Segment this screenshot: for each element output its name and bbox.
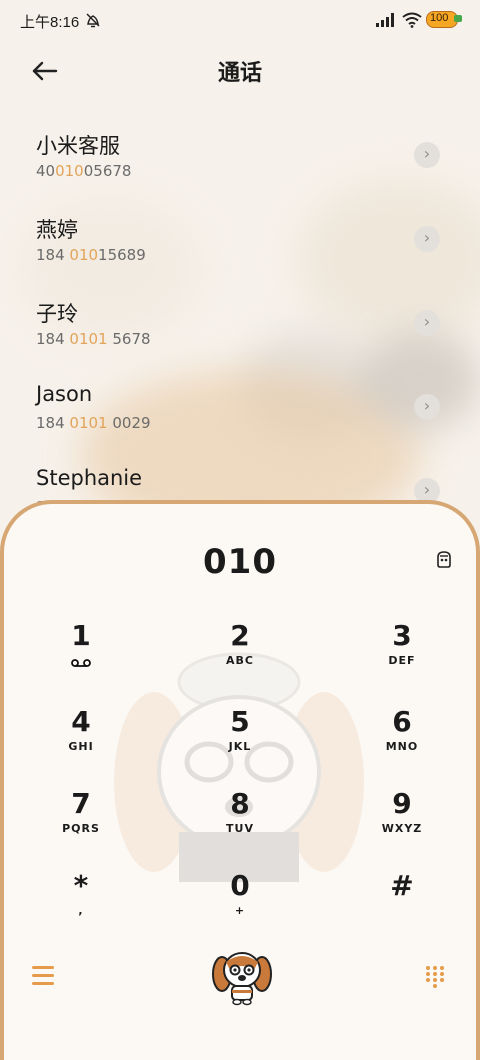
dialpad-panel: 010 1 2 ABC 3 DEF 4 GHI 5 JKL 6 MNO 7 PQ… xyxy=(0,500,480,1060)
key-0[interactable]: 0 + xyxy=(185,870,295,940)
key-1[interactable]: 1 xyxy=(26,620,136,690)
contact-name: Jason xyxy=(36,382,93,406)
keypad-grid-icon[interactable] xyxy=(426,966,446,988)
contact-name: 子玲 xyxy=(36,302,78,326)
chevron-right-icon[interactable]: › xyxy=(414,142,440,168)
header: 通话 xyxy=(0,40,480,104)
dog-call-icon[interactable] xyxy=(210,948,274,1006)
battery-icon: 100 xyxy=(426,11,462,28)
key-hash[interactable]: # xyxy=(347,870,457,940)
status-time: 上午8:16 xyxy=(20,14,80,31)
key-4[interactable]: 4 GHI xyxy=(26,706,136,776)
contact-item[interactable]: 子玲 184 0101 5678 › xyxy=(0,278,480,362)
contact-item[interactable]: 燕婷 184 01015689 › xyxy=(0,194,480,278)
key-6[interactable]: 6 MNO xyxy=(347,706,457,776)
contact-name: 燕婷 xyxy=(36,218,78,242)
status-bar: 上午8:16 100 xyxy=(0,0,480,40)
page-title: 通话 xyxy=(217,61,262,86)
contact-name: 小米客服 xyxy=(36,134,120,158)
contact-number: 184 01015689 xyxy=(36,246,146,264)
dialed-number[interactable]: 010 xyxy=(4,542,476,582)
wifi-icon xyxy=(402,12,422,28)
contact-number: 184 0101 0029 xyxy=(36,414,151,432)
contact-number: 184 0101 5678 xyxy=(36,330,151,348)
chevron-right-icon[interactable]: › xyxy=(414,394,440,420)
key-8[interactable]: 8 TUV xyxy=(185,788,295,858)
key-star[interactable]: * , xyxy=(26,870,136,940)
key-5[interactable]: 5 JKL xyxy=(185,706,295,776)
key-3[interactable]: 3 DEF xyxy=(347,620,457,690)
mute-icon xyxy=(86,13,100,28)
contact-item[interactable]: Jason 184 0101 0029 › xyxy=(0,362,480,446)
battery-level: 100 xyxy=(430,12,449,24)
menu-icon[interactable] xyxy=(32,966,54,986)
key-7[interactable]: 7 PQRS xyxy=(26,788,136,858)
signal-icon xyxy=(376,13,394,27)
key-2[interactable]: 2 ABC xyxy=(185,620,295,690)
recorder-icon[interactable] xyxy=(434,549,454,569)
contact-list: 小米客服 4001005678 › 燕婷 184 01015689 › 子玲 1… xyxy=(0,110,480,530)
voicemail-icon xyxy=(71,659,91,667)
contact-number: 4001005678 xyxy=(36,162,132,180)
chevron-right-icon[interactable]: › xyxy=(414,310,440,336)
contact-name: Stephanie xyxy=(36,466,143,490)
key-9[interactable]: 9 WXYZ xyxy=(347,788,457,858)
chevron-right-icon[interactable]: › xyxy=(414,226,440,252)
contact-item[interactable]: 小米客服 4001005678 › xyxy=(0,110,480,194)
